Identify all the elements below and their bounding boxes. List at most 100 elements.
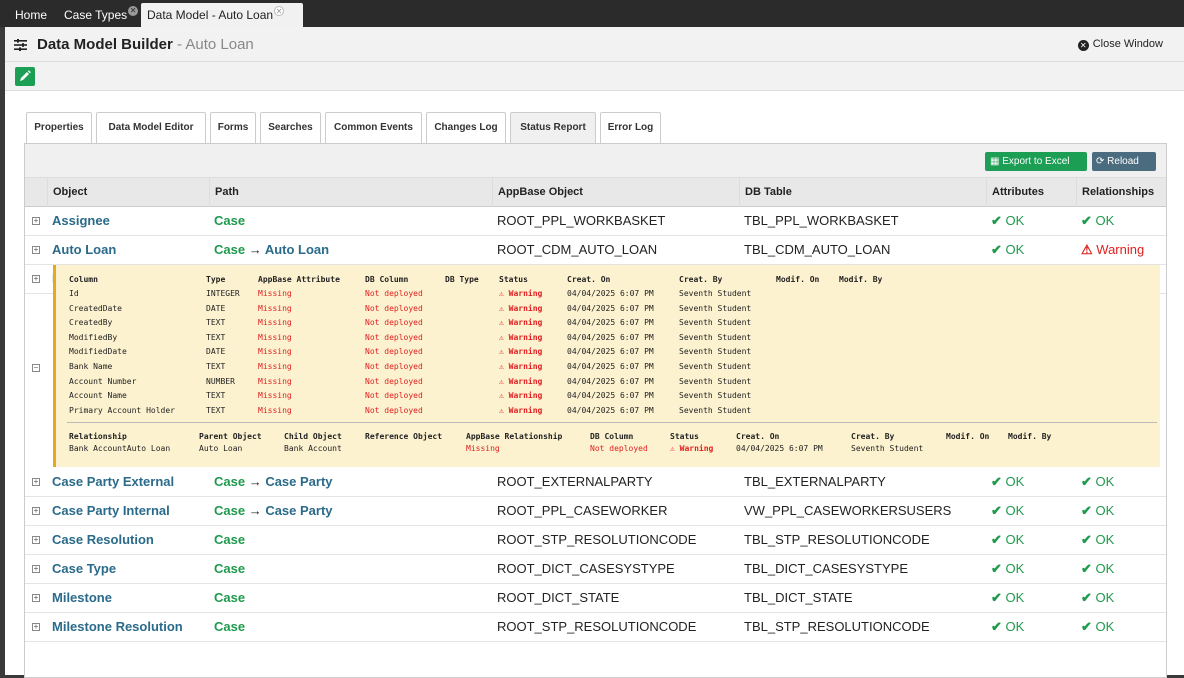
data-model-window: Data Model Builder - Auto Loan ✕ Close Wi… [5,27,1184,678]
object-name[interactable]: Auto Loan [47,236,116,264]
path-segment[interactable]: Case [214,242,245,257]
expand-icon[interactable]: + [32,275,40,283]
tab-changes-log[interactable]: Changes Log [426,112,506,143]
tab-forms[interactable]: Forms [210,112,256,143]
path-segment[interactable]: Case [214,561,245,576]
column-attributes[interactable]: Attributes [986,178,1076,207]
status-value: ✔ OK [1081,590,1115,605]
close-window-button[interactable]: ✕ Close Window [1077,38,1163,51]
appbase-object: ROOT_STP_RESOLUTIONCODE [497,619,697,634]
detail-cell: Not deployed [365,376,423,386]
detail-separator [67,422,1157,423]
detail-cell: Missing [258,289,292,298]
detail-cell: Seventh Student [851,444,924,453]
path-segment[interactable]: Case [214,532,245,547]
detail-header: Reference Object [365,432,443,441]
relationships-status: ✔ OK [1076,584,1114,612]
db-table: TBL_EXTERNALPARTY [744,474,886,489]
tab-searches[interactable]: Searches [260,112,321,143]
check-icon: ✔ [991,619,1006,634]
check-icon: ✔ [1081,590,1096,605]
detail-header: Status [499,275,528,284]
column-relationships[interactable]: Relationships [1076,178,1166,207]
table-row[interactable]: + Case Party External Case → Case Party ROO… [25,468,1166,497]
detail-header: Relationship [69,432,127,441]
tab-status-report[interactable]: Status Report [510,112,596,143]
column-appbase-object[interactable]: AppBase Object [492,178,739,207]
tab-home[interactable]: Home [9,3,53,27]
detail-cell: Seventh Student [679,318,752,328]
expand-icon[interactable]: + [32,246,40,254]
arrow-icon: → [245,474,266,489]
detail-cell: Not deployed [365,391,423,401]
path-segment[interactable]: Case [214,619,245,634]
table-row[interactable]: + Milestone Resolution Case ROOT_STP_RESOLU… [25,613,1166,642]
status-value: ✔ OK [991,619,1025,634]
check-icon: ✔ [991,474,1006,489]
arrow-icon: → [245,242,265,257]
table-row[interactable]: + Milestone Case ROOT_DICT_STATE TBL_DICT_ST… [25,584,1166,613]
tab-data-model-editor[interactable]: Data Model Editor [96,112,206,143]
object-name[interactable]: Assignee [47,207,110,235]
detail-cell: Account Name [69,391,127,401]
object-name[interactable]: Case Party Internal [47,497,170,525]
tab-common-events[interactable]: Common Events [325,112,422,143]
detail-header: DB Column [590,432,634,441]
table-header: Object Path AppBase Object DB Table Attr… [25,178,1166,207]
path-segment[interactable]: Case [214,213,245,228]
status-value: ✔ OK [991,532,1025,547]
title-subtitle: - Auto Loan [177,36,254,53]
expand-icon[interactable]: + [32,217,40,225]
collapse-icon[interactable]: − [32,364,40,372]
object-name[interactable]: Case Party External [47,468,174,496]
reload-button[interactable]: ⟳ Reload [1092,152,1156,171]
path-segment[interactable]: Auto Loan [265,242,329,257]
detail-cell: Seventh Student [679,303,752,313]
expand-icon[interactable]: + [32,565,40,573]
export-to-excel-button[interactable]: ▦ Export to Excel [985,152,1087,171]
expand-icon[interactable]: + [32,507,40,515]
path-segment[interactable]: Case [214,503,245,518]
table-row[interactable]: + Auto Loan Case → Auto Loan ROOT_CDM_AUTO_… [25,236,1166,265]
edit-button[interactable] [15,67,35,86]
object-name[interactable]: Milestone Resolution [47,613,183,641]
column-db-table[interactable]: DB Table [739,178,986,207]
tab-data-model[interactable]: Data Model - Auto Loan ✕ [141,3,303,27]
status-value: ⚠ Warning [1081,242,1145,257]
detail-cell: CreatedDate [69,303,122,313]
table-row[interactable]: + Case Type Case ROOT_DICT_CASESYSTYPE TBL_D… [25,555,1166,584]
object-path: Case → Case Party [209,497,333,525]
object-path: Case → Case Party [209,468,333,496]
object-name[interactable]: Milestone [47,584,112,612]
path-segment[interactable]: Case [214,590,245,605]
expand-icon[interactable]: + [32,478,40,486]
close-tab-icon[interactable]: ✕ [274,6,285,16]
tab-properties[interactable]: Properties [26,112,92,143]
expand-icon[interactable]: + [32,594,40,602]
tab-error-log[interactable]: Error Log [600,112,661,143]
detail-cell: 04/04/2025 6:07 PM [567,391,654,401]
detail-cell: 04/04/2025 6:07 PM [736,444,823,453]
detail-cell: Not deployed [365,318,423,328]
status-value: ✔ OK [1081,213,1115,228]
object-name[interactable]: Case Type [47,555,116,583]
object-name[interactable]: Case Resolution [47,526,154,554]
detail-cell: TEXT [206,362,226,371]
table-row[interactable]: + Case Party Internal Case → Case Party ROO… [25,497,1166,526]
column-path[interactable]: Path [209,178,492,207]
path-segment[interactable]: Case [214,474,245,489]
expand-icon[interactable]: + [32,623,40,631]
detail-header: Column [69,275,98,284]
table-row[interactable]: + Case Resolution Case ROOT_STP_RESOLUTIONC… [25,526,1166,555]
detail-cell: 04/04/2025 6:07 PM [567,303,654,313]
table-row[interactable]: + Assignee Case ROOT_PPL_WORKBASKET TBL_PPL_… [25,207,1166,236]
detail-cell: Auto Loan [199,444,243,453]
detail-cell: TEXT [206,405,226,415]
edit-toolbar [5,62,1184,91]
column-object[interactable]: Object [47,178,209,207]
path-segment[interactable]: Case Party [265,474,332,489]
expand-icon[interactable]: + [32,536,40,544]
path-segment[interactable]: Case Party [265,503,332,518]
close-tab-icon[interactable]: ✕ [128,6,139,16]
tab-case-types[interactable]: Case Types ✕ [58,3,144,27]
